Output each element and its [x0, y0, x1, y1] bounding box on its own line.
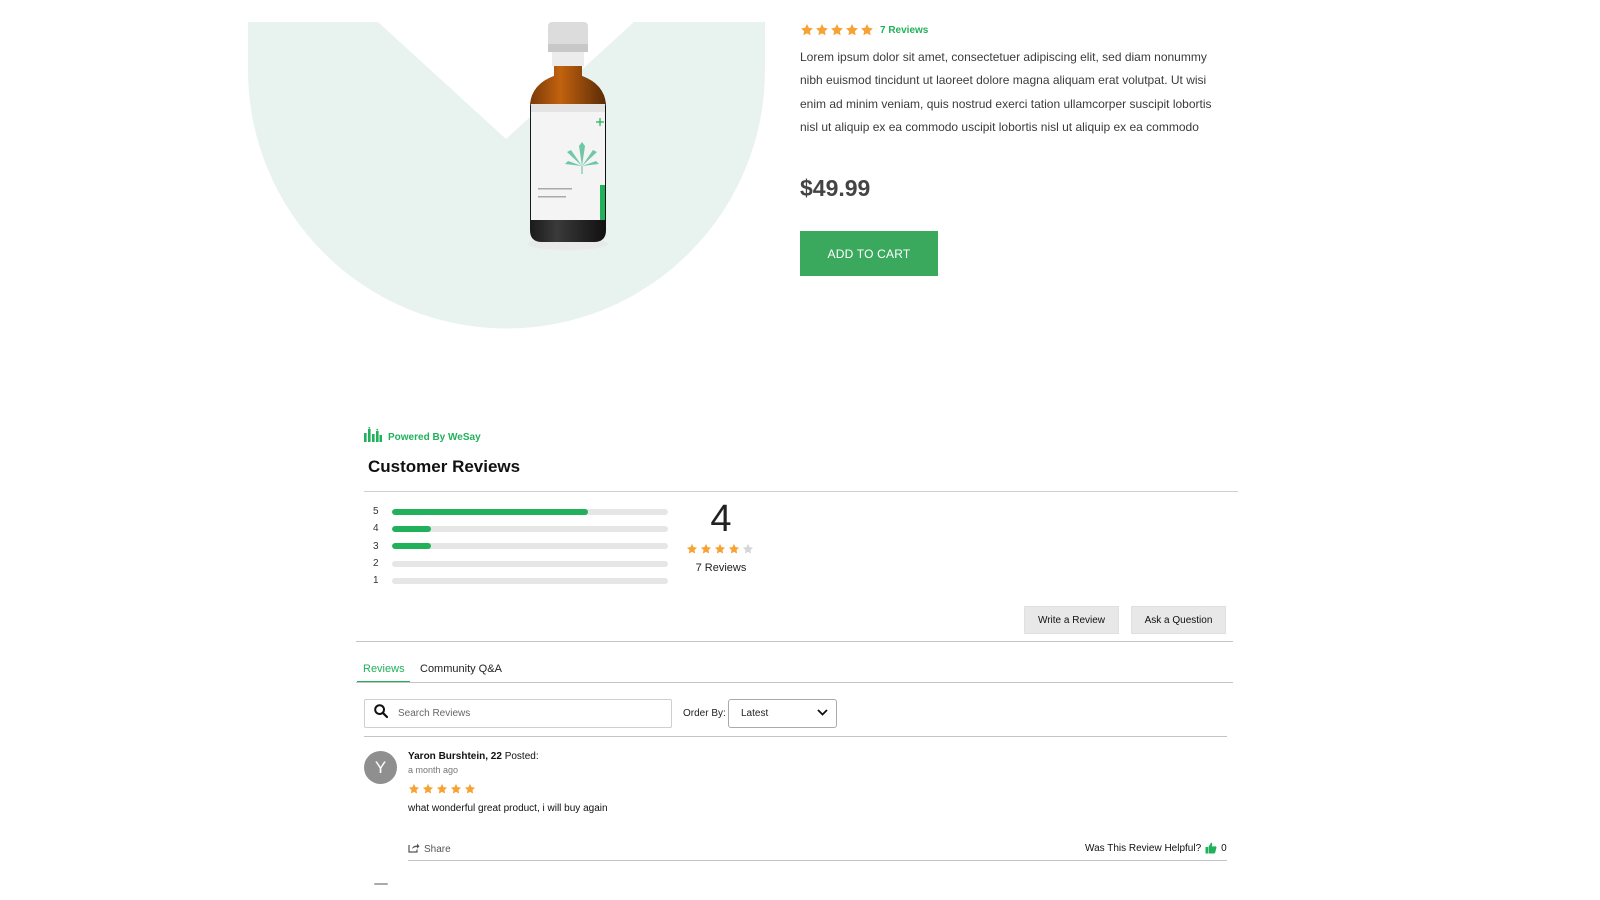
- actions-divider: [356, 641, 1233, 642]
- star-filled-icon: [816, 24, 828, 36]
- helpful-count: 0: [1221, 842, 1227, 854]
- share-icon: [408, 842, 420, 856]
- histogram-row-3: 3: [373, 538, 673, 555]
- review-timestamp: a month ago: [408, 765, 459, 775]
- histogram-row-4: 4: [373, 520, 673, 537]
- search-icon: [374, 704, 389, 723]
- star-filled-icon: [846, 24, 858, 36]
- tabs-divider: [356, 682, 1233, 683]
- share-label: Share: [424, 843, 451, 855]
- review-helpful: Was This Review Helpful? 0: [1085, 842, 1227, 854]
- star-filled-icon: [700, 543, 712, 554]
- histogram-star-label: 1: [373, 575, 379, 587]
- histogram-bar-track: [392, 508, 668, 515]
- star-filled-icon: [408, 783, 420, 794]
- star-filled-icon: [801, 24, 813, 36]
- next-review-avatar-edge: [374, 883, 388, 885]
- average-rating-stars: [686, 543, 756, 555]
- histogram-row-2: 2: [373, 555, 673, 572]
- star-empty-icon: [742, 543, 754, 554]
- thumbs-up-icon[interactable]: [1205, 842, 1217, 854]
- histogram-bar-track: [392, 577, 668, 584]
- product-image: [520, 20, 616, 252]
- histogram-row-5: 5: [373, 503, 673, 520]
- reviewer-name: Yaron Burshtein, 22 Posted:: [408, 751, 539, 762]
- search-divider: [364, 736, 1227, 737]
- histogram-star-label: 5: [373, 506, 379, 518]
- star-filled-icon: [861, 24, 873, 36]
- star-filled-icon: [436, 783, 448, 794]
- star-filled-icon: [831, 24, 843, 36]
- histogram-bar-fill: [392, 543, 431, 550]
- star-filled-icon: [714, 543, 726, 554]
- product-rating: 7 Reviews: [800, 21, 928, 39]
- histogram-row-1: 1: [373, 572, 673, 589]
- write-review-button[interactable]: Write a Review: [1024, 606, 1119, 634]
- star-filled-icon: [686, 543, 698, 554]
- star-filled-icon: [464, 783, 476, 794]
- product-hero-background: [248, 22, 765, 330]
- product-description: Lorem ipsum dolor sit amet, consectetuer…: [800, 50, 1212, 134]
- histogram-bar-track: [392, 525, 668, 532]
- search-reviews-box[interactable]: [364, 699, 672, 728]
- helpful-label: Was This Review Helpful?: [1085, 842, 1202, 854]
- powered-by-text: Powered By WeSay: [388, 431, 481, 443]
- search-reviews-input[interactable]: [398, 708, 658, 719]
- review-stars: [408, 783, 478, 795]
- order-by-select[interactable]: Latest: [728, 699, 837, 728]
- tab-community-qa[interactable]: Community Q&A: [420, 663, 502, 675]
- star-filled-icon: [450, 783, 462, 794]
- ask-question-button[interactable]: Ask a Question: [1131, 606, 1226, 634]
- tab-reviews[interactable]: Reviews: [363, 663, 405, 675]
- review-body: what wonderful great product, i will buy…: [408, 803, 608, 814]
- histogram-bar-fill: [392, 525, 431, 532]
- star-filled-icon: [422, 783, 434, 794]
- product-price: $49.99: [800, 175, 871, 201]
- product-rating-stars: [800, 23, 875, 37]
- customer-reviews-title: Customer Reviews: [368, 457, 521, 476]
- histogram-bar-track: [392, 560, 668, 567]
- add-to-cart-button[interactable]: ADD TO CART: [800, 231, 938, 276]
- wesay-logo-icon: [364, 427, 382, 447]
- review-divider: [408, 860, 1227, 861]
- chevron-down-icon: [817, 708, 828, 719]
- histogram-bar-fill: [392, 508, 588, 515]
- header-divider: [364, 491, 1238, 492]
- rating-histogram: 5 4 3 2 1: [373, 503, 673, 589]
- histogram-star-label: 3: [373, 540, 379, 552]
- histogram-star-label: 2: [373, 558, 379, 570]
- average-rating: 4 7 Reviews: [686, 498, 756, 574]
- histogram-bar-track: [392, 543, 668, 550]
- histogram-star-label: 4: [373, 523, 379, 535]
- posted-label: Posted:: [504, 751, 539, 762]
- total-reviews-count: 7 Reviews: [695, 562, 747, 574]
- avatar: Y: [364, 751, 397, 784]
- order-by-value: Latest: [741, 708, 769, 719]
- reviewer-name-text: Yaron Burshtein, 22: [408, 751, 502, 762]
- reviews-count-link[interactable]: 7 Reviews: [880, 25, 928, 36]
- order-by-label: Order By:: [683, 708, 726, 719]
- powered-by-wesay[interactable]: Powered By WeSay: [364, 427, 481, 447]
- share-button[interactable]: Share: [408, 842, 451, 856]
- average-rating-number: 4: [710, 498, 732, 540]
- star-filled-icon: [728, 543, 740, 554]
